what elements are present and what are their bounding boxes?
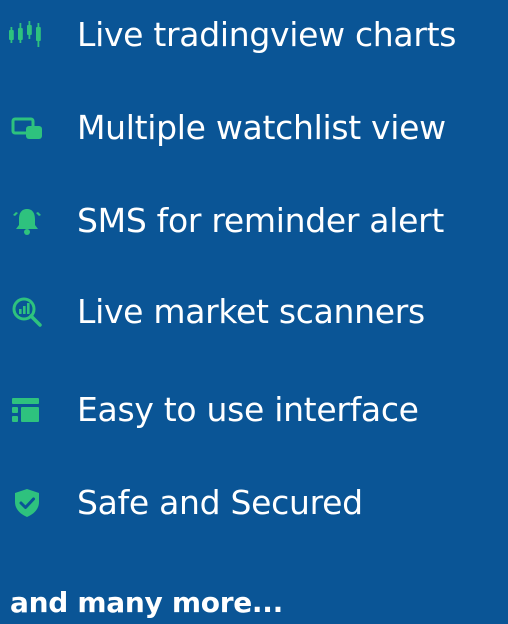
feature-label: Easy to use interface: [77, 390, 419, 429]
feature-label: SMS for reminder alert: [77, 201, 445, 240]
feature-item-watchlist: Multiple watchlist view: [0, 103, 508, 153]
list-layout-icon: [9, 392, 45, 428]
candlestick-chart-icon: [9, 17, 45, 53]
feature-item-security: Safe and Secured: [0, 478, 508, 528]
feature-label: Safe and Secured: [77, 483, 363, 522]
feature-label: Multiple watchlist view: [77, 108, 446, 147]
alarm-bell-icon: [9, 203, 45, 239]
and-many-more-text: and many more...: [10, 586, 283, 619]
feature-item-live-charts: Live tradingview charts: [0, 10, 508, 60]
feature-item-scanners: Live market scanners: [0, 287, 508, 337]
search-analytics-icon: [9, 294, 45, 330]
feature-label: Live tradingview charts: [77, 15, 457, 54]
feature-item-sms-alert: SMS for reminder alert: [0, 196, 508, 246]
feature-item-interface: Easy to use interface: [0, 385, 508, 435]
shield-check-icon: [9, 485, 45, 521]
feature-label: Live market scanners: [77, 292, 425, 331]
multiple-windows-icon: [9, 110, 45, 146]
